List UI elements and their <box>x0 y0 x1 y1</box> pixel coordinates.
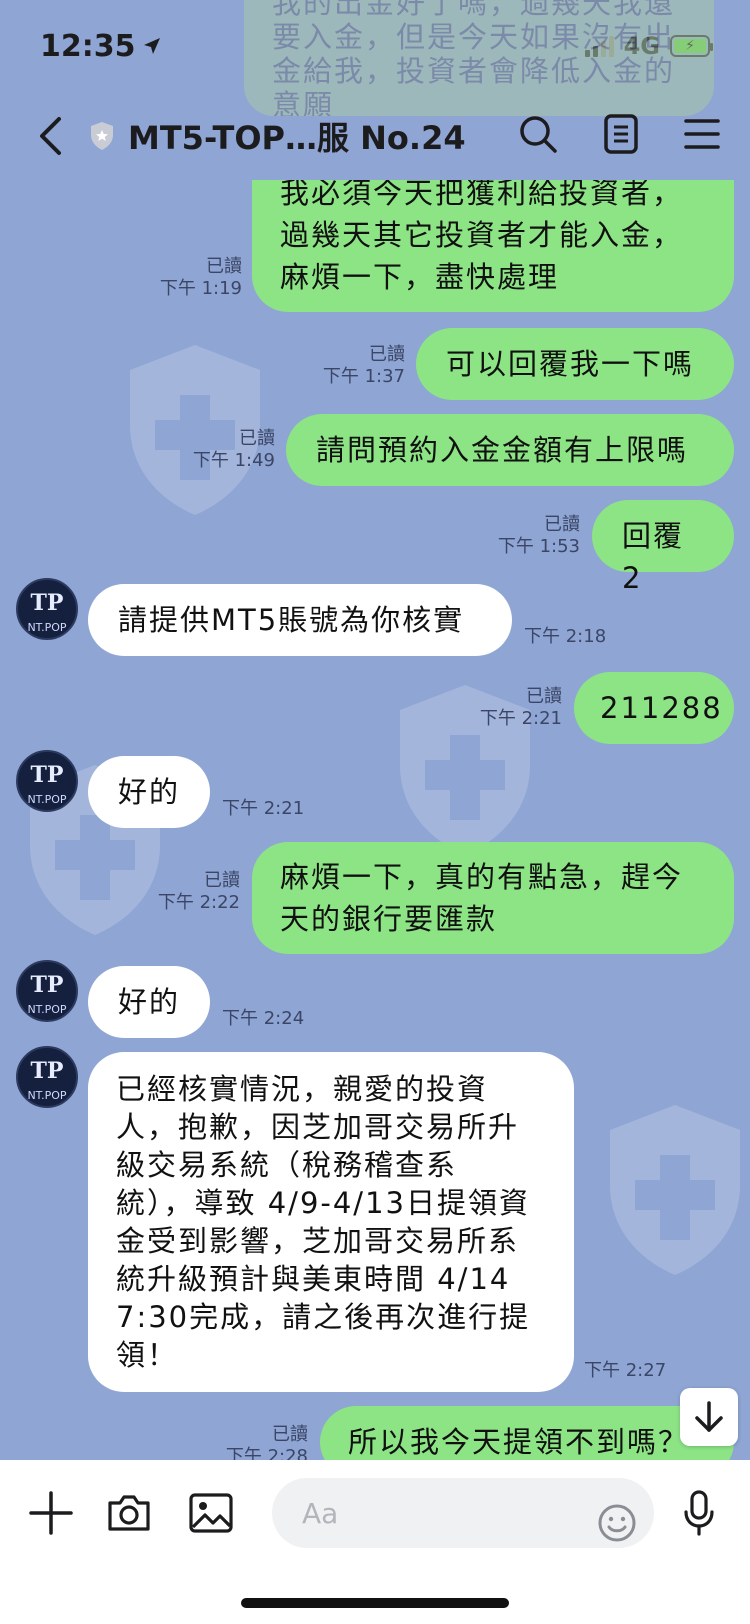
avatar-logo: TP <box>30 1058 64 1084</box>
back-button[interactable] <box>30 110 70 162</box>
camera-icon <box>108 1495 150 1531</box>
notes-button[interactable] <box>604 114 638 158</box>
chat-title-text: MT5-TOP…服 No.24 <box>128 119 466 157</box>
outgoing-message[interactable]: 211288 <box>574 672 734 744</box>
read-receipt: 已讀 <box>206 256 242 277</box>
avatar[interactable]: TP NT.POP <box>16 750 78 812</box>
mic-icon <box>684 1490 714 1536</box>
avatar-label: NT.POP <box>27 1089 67 1102</box>
input-placeholder: Aa <box>302 1496 339 1530</box>
image-button[interactable] <box>186 1488 236 1538</box>
message-text: 麻煩一下，真的有點急，趕今 天的銀行要匯款 <box>280 860 684 936</box>
outgoing-message[interactable]: 回覆 2 <box>592 500 734 595</box>
avatar-label: NT.POP <box>27 793 67 806</box>
avatar-logo: TP <box>30 590 64 616</box>
scroll-to-bottom-button[interactable] <box>680 1388 738 1446</box>
emoji-icon <box>598 1504 636 1542</box>
outgoing-message[interactable]: 所以我今天提領不到嗎？ <box>320 1406 734 1460</box>
message-meta: 下午 2:24 <box>222 1008 332 1030</box>
read-receipt: 已讀 <box>272 1424 308 1445</box>
message-text: 已經核實情況，親愛的投資 人，抱歉，因芝加哥交易所升 級交易系統（稅務稽查系 統… <box>116 1072 531 1372</box>
emoji-button[interactable] <box>592 1498 642 1548</box>
avatar[interactable]: TP NT.POP <box>16 1046 78 1108</box>
message-meta: 已讀 下午 2:21 <box>452 686 562 730</box>
incoming-message[interactable]: 請提供MT5賬號為你核實 <box>88 584 512 656</box>
message-text: 請問預約入金金額有上限嗎 <box>316 433 689 467</box>
timestamp: 下午 2:28 <box>225 1446 308 1460</box>
timestamp: 下午 2:21 <box>479 708 562 729</box>
search-button[interactable] <box>518 114 558 158</box>
timestamp: 下午 2:27 <box>584 1360 667 1381</box>
header-actions <box>518 110 720 162</box>
read-receipt: 已讀 <box>204 870 240 891</box>
timestamp: 下午 2:21 <box>222 798 305 819</box>
outgoing-message[interactable]: 請問預約入金金額有上限嗎 <box>286 414 734 486</box>
message-meta: 下午 2:21 <box>222 798 332 820</box>
message-text: 好的 <box>118 775 181 809</box>
read-receipt: 已讀 <box>544 514 580 535</box>
message-text: 211288 <box>600 691 723 725</box>
read-receipt: 已讀 <box>239 428 275 449</box>
incoming-message[interactable]: 好的 <box>88 756 210 828</box>
image-icon <box>189 1493 233 1533</box>
message-meta: 下午 2:27 <box>584 1360 694 1382</box>
outgoing-message[interactable]: 我必須今天把獲利給投資者， 過幾天其它投資者才能入金， 麻煩一下，盡快處理 <box>252 180 734 312</box>
home-indicator[interactable] <box>241 1598 509 1608</box>
timestamp: 下午 1:19 <box>159 278 242 299</box>
outgoing-message[interactable]: 麻煩一下，真的有點急，趕今 天的銀行要匯款 <box>252 842 734 954</box>
timestamp: 下午 2:18 <box>524 626 607 647</box>
timestamp: 下午 1:49 <box>192 450 275 471</box>
message-meta: 已讀 下午 2:28 <box>196 1424 308 1460</box>
watermark-shield-icon <box>610 1105 740 1275</box>
read-receipt: 已讀 <box>526 686 562 707</box>
avatar-logo: TP <box>30 972 64 998</box>
timestamp: 下午 2:24 <box>222 1008 305 1029</box>
incoming-message[interactable]: 好的 <box>88 966 210 1038</box>
avatar-label: NT.POP <box>27 1003 67 1016</box>
plus-button[interactable] <box>26 1488 76 1538</box>
menu-button[interactable] <box>684 117 720 155</box>
chat-header: MT5-TOP…服 No.24 <box>0 92 750 180</box>
avatar-label: NT.POP <box>27 621 67 634</box>
menu-icon <box>684 119 720 149</box>
message-text: 所以我今天提領不到嗎？ <box>348 1425 690 1459</box>
message-text: 可以回覆我一下嗎 <box>446 347 695 381</box>
message-text: 好的 <box>118 985 181 1019</box>
message-meta: 已讀 下午 1:49 <box>165 428 275 472</box>
message-meta: 已讀 下午 1:53 <box>470 514 580 558</box>
message-meta: 已讀 下午 2:22 <box>128 870 240 914</box>
notes-icon <box>604 114 638 154</box>
camera-button[interactable] <box>104 1488 154 1538</box>
message-text: 我必須今天把獲利給投資者， 過幾天其它投資者才能入金， 麻煩一下，盡快處理 <box>280 180 684 294</box>
avatar-logo: TP <box>30 762 64 788</box>
chat-title[interactable]: MT5-TOP…服 No.24 <box>88 110 466 162</box>
message-meta: 下午 2:18 <box>524 626 634 648</box>
message-meta: 已讀 下午 1:37 <box>290 344 405 388</box>
message-text: 回覆 2 <box>622 519 685 595</box>
arrow-down-icon <box>695 1401 723 1432</box>
status-time: 12:35 <box>40 29 162 64</box>
avatar[interactable]: TP NT.POP <box>16 578 78 640</box>
plus-icon <box>29 1491 73 1535</box>
shield-icon <box>88 120 116 152</box>
location-arrow-icon <box>143 38 160 54</box>
clock-text: 12:35 <box>40 28 136 64</box>
timestamp: 下午 1:37 <box>322 366 405 387</box>
timestamp: 下午 1:53 <box>497 536 580 557</box>
avatar[interactable]: TP NT.POP <box>16 960 78 1022</box>
read-receipt: 已讀 <box>369 344 405 365</box>
back-icon <box>40 117 61 155</box>
incoming-message[interactable]: 已經核實情況，親愛的投資 人，抱歉，因芝加哥交易所升 級交易系統（稅務稽查系 統… <box>88 1052 574 1392</box>
chat-area[interactable]: 已讀 下午 1:19 我必須今天把獲利給投資者， 過幾天其它投資者才能入金， 麻… <box>0 180 750 1460</box>
mic-button[interactable] <box>674 1488 724 1538</box>
timestamp: 下午 2:22 <box>157 892 240 913</box>
outgoing-message[interactable]: 可以回覆我一下嗎 <box>416 328 734 400</box>
search-icon <box>520 116 557 153</box>
message-text: 請提供MT5賬號為你核實 <box>118 603 465 637</box>
message-meta: 已讀 下午 1:19 <box>130 256 242 300</box>
